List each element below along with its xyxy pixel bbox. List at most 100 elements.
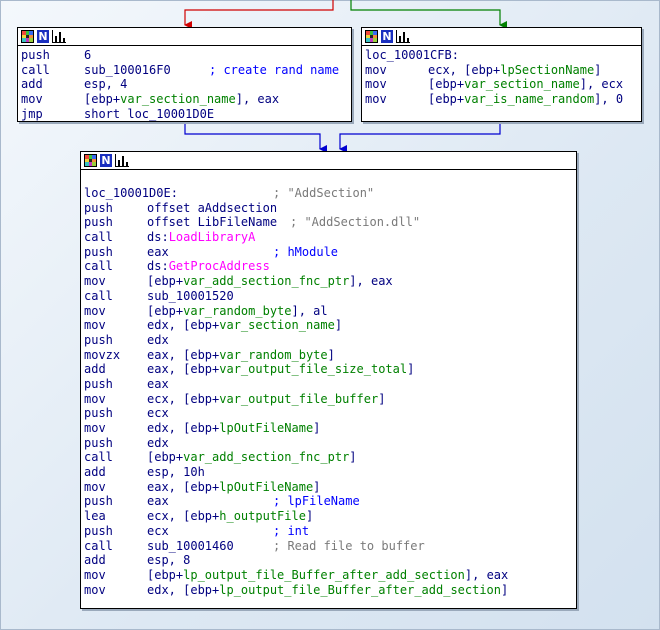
import-name[interactable]: GetProcAddress bbox=[169, 259, 270, 273]
instruction-line[interactable]: push ecx bbox=[84, 406, 576, 421]
instruction-line[interactable]: mov edx, [ebp+lp_output_file_Buffer_after… bbox=[84, 583, 576, 598]
instruction-line[interactable]: mov [ebp+lp_output_file_Buffer_after_add_… bbox=[84, 568, 576, 583]
variable-name[interactable]: lpOutFileName bbox=[219, 421, 313, 435]
instruction-line[interactable]: add esp, 8 bbox=[84, 553, 576, 568]
instruction-line[interactable]: mov [ebp+var_random_byte], al bbox=[84, 304, 576, 319]
graph-palette-icon[interactable] bbox=[365, 30, 378, 43]
edge-jmp[interactable] bbox=[184, 122, 327, 153]
instruction-line[interactable]: push ecx ; int bbox=[84, 524, 576, 539]
mnemonic: mov bbox=[84, 318, 106, 333]
instruction-line[interactable]: mov ecx, [ebp+lpSectionName] bbox=[365, 63, 641, 78]
operands: sub_10001460 bbox=[147, 539, 234, 554]
mnemonic: mov bbox=[84, 391, 106, 406]
name-n-icon[interactable]: N bbox=[100, 154, 112, 167]
variable-name[interactable]: var_random_byte bbox=[219, 348, 327, 362]
operands: [ebp+var_is_name_random], 0 bbox=[428, 92, 623, 107]
operand-text: ] bbox=[594, 62, 602, 77]
block-label[interactable]: loc_10001CFB: bbox=[365, 48, 459, 63]
variable-name[interactable]: var_output_file_size_total bbox=[219, 362, 407, 376]
variable-name[interactable]: h_outputFile bbox=[219, 509, 306, 523]
operand-text: eax bbox=[147, 376, 169, 391]
block-label[interactable]: loc_10001D0E: bbox=[84, 186, 178, 201]
operands: [ebp+var_section_name], ecx bbox=[428, 77, 623, 92]
block-header: N bbox=[81, 152, 576, 170]
instruction-line[interactable]: mov [ebp+var_section_name], ecx bbox=[365, 77, 641, 92]
instruction-line[interactable]: call sub_100016F0 ; create rand name bbox=[21, 63, 351, 78]
import-name[interactable]: LoadLibraryA bbox=[169, 230, 256, 244]
instruction-line[interactable]: mov eax, [ebp+lpOutFileName] bbox=[84, 480, 576, 495]
instruction-line[interactable]: push eax ; hModule bbox=[84, 245, 576, 260]
mnemonic: push bbox=[84, 523, 113, 538]
operand-text: [ebp+ bbox=[147, 567, 184, 582]
operands: edx, [ebp+var_section_name] bbox=[147, 318, 342, 333]
instruction-list: loc_10001CFB: mov ecx, [ebp+lpSectionName]… bbox=[362, 46, 641, 107]
operands: eax bbox=[147, 377, 169, 392]
code-block-right[interactable]: N loc_10001CFB: mov ecx, [ebp+lpSectionNam… bbox=[361, 27, 642, 122]
mnemonic: add bbox=[84, 465, 106, 480]
instruction-line[interactable]: lea ecx, [ebp+h_outputFile] bbox=[84, 509, 576, 524]
instruction-line[interactable]: push offset LibFileName ; "AddSection.dll" bbox=[84, 215, 576, 230]
graph-overview-icon[interactable] bbox=[396, 30, 410, 43]
operand-text: sub_10001520 bbox=[147, 288, 234, 303]
mnemonic: lea bbox=[84, 509, 106, 524]
instruction-line[interactable]: push edx bbox=[84, 333, 576, 348]
code-block-left[interactable]: N push 6 call sub_100016F0 ; create rand nam… bbox=[17, 27, 352, 122]
variable-name[interactable]: var_section_name bbox=[219, 318, 335, 332]
edge-false[interactable] bbox=[184, 0, 334, 29]
variable-name[interactable]: var_is_name_random bbox=[464, 92, 594, 106]
mnemonic: add bbox=[84, 362, 106, 377]
graph-palette-icon[interactable] bbox=[84, 154, 97, 167]
variable-name[interactable]: var_section_name bbox=[120, 92, 236, 106]
instruction-line[interactable]: mov edx, [ebp+var_section_name] bbox=[84, 318, 576, 333]
instruction-line[interactable]: call [ebp+var_add_section_fnc_ptr] bbox=[84, 450, 576, 465]
name-n-icon[interactable]: N bbox=[37, 30, 49, 43]
variable-name[interactable]: lpSectionName bbox=[500, 63, 594, 77]
instruction-line[interactable]: push eax ; lpFileName bbox=[84, 494, 576, 509]
mnemonic: call bbox=[84, 259, 113, 274]
instruction-line[interactable]: mov [ebp+var_section_name], eax bbox=[21, 92, 351, 107]
edge-fallthrough[interactable] bbox=[339, 122, 501, 153]
instruction-line[interactable]: push 6 bbox=[21, 48, 351, 63]
instruction-line[interactable]: call ds:LoadLibraryA bbox=[84, 230, 576, 245]
instruction-line[interactable]: call sub_10001520 bbox=[84, 289, 576, 304]
variable-name[interactable]: lp_output_file_Buffer_after_add_section bbox=[183, 568, 465, 582]
instruction-line[interactable]: push eax bbox=[84, 377, 576, 392]
variable-name[interactable]: lpOutFileName bbox=[219, 480, 313, 494]
operands: eax, [ebp+lpOutFileName] bbox=[147, 480, 320, 495]
instruction-line[interactable]: mov [ebp+var_is_name_random], 0 bbox=[365, 92, 641, 107]
variable-name[interactable]: var_output_file_buffer bbox=[219, 392, 378, 406]
graph-palette-icon[interactable] bbox=[21, 30, 34, 43]
mnemonic: add bbox=[84, 553, 106, 568]
instruction-line[interactable]: add esp, 4 bbox=[21, 77, 351, 92]
variable-name[interactable]: var_section_name bbox=[464, 77, 580, 91]
operand-text: ecx, [ebp+ bbox=[147, 391, 220, 406]
operand-text: edx, [ebp+ bbox=[147, 421, 220, 435]
instruction-line[interactable]: mov [ebp+var_add_section_fnc_ptr], eax bbox=[84, 274, 576, 289]
instruction-line[interactable]: mov edx, [ebp+lpOutFileName] bbox=[84, 421, 576, 436]
instruction-line[interactable]: add eax, [ebp+var_output_file_size_total] bbox=[84, 362, 576, 377]
instruction-line[interactable]: push offset aAddsection bbox=[84, 201, 576, 216]
operand-text: ] bbox=[501, 582, 509, 597]
block-header: N bbox=[18, 28, 351, 46]
instruction-line[interactable]: mov ecx, [ebp+var_output_file_buffer] bbox=[84, 392, 576, 407]
edge-true[interactable] bbox=[350, 0, 507, 29]
variable-name[interactable]: lp_output_file_Buffer_after_add_section bbox=[219, 583, 501, 597]
graph-overview-icon[interactable] bbox=[52, 30, 66, 43]
operand-text: ], eax bbox=[349, 274, 393, 289]
mnemonic: mov bbox=[365, 62, 387, 77]
variable-name[interactable]: var_add_section_fnc_ptr bbox=[183, 450, 349, 464]
instruction-line[interactable]: call ds:GetProcAddress bbox=[84, 259, 576, 274]
variable-name[interactable]: var_add_section_fnc_ptr bbox=[183, 274, 349, 288]
operand-text: ], ecx bbox=[579, 77, 624, 92]
code-block-main[interactable]: N loc_10001D0E: ; "AddSection" push offset … bbox=[80, 151, 577, 609]
mnemonic: push bbox=[84, 406, 113, 421]
instruction-line[interactable]: jmp short loc_10001D0E bbox=[21, 107, 351, 122]
graph-overview-icon[interactable] bbox=[115, 154, 129, 167]
instruction-line[interactable]: push edx bbox=[84, 436, 576, 451]
instruction-line[interactable]: add esp, 10h bbox=[84, 465, 576, 480]
instruction-line[interactable]: call sub_10001460 ; Read file to buffer bbox=[84, 539, 576, 554]
instruction-line[interactable]: movzx eax, [ebp+var_random_byte] bbox=[84, 348, 576, 363]
variable-name[interactable]: var_random_byte bbox=[183, 304, 291, 318]
name-n-icon[interactable]: N bbox=[381, 30, 393, 43]
line-comment: ; "AddSection" bbox=[273, 186, 375, 200]
